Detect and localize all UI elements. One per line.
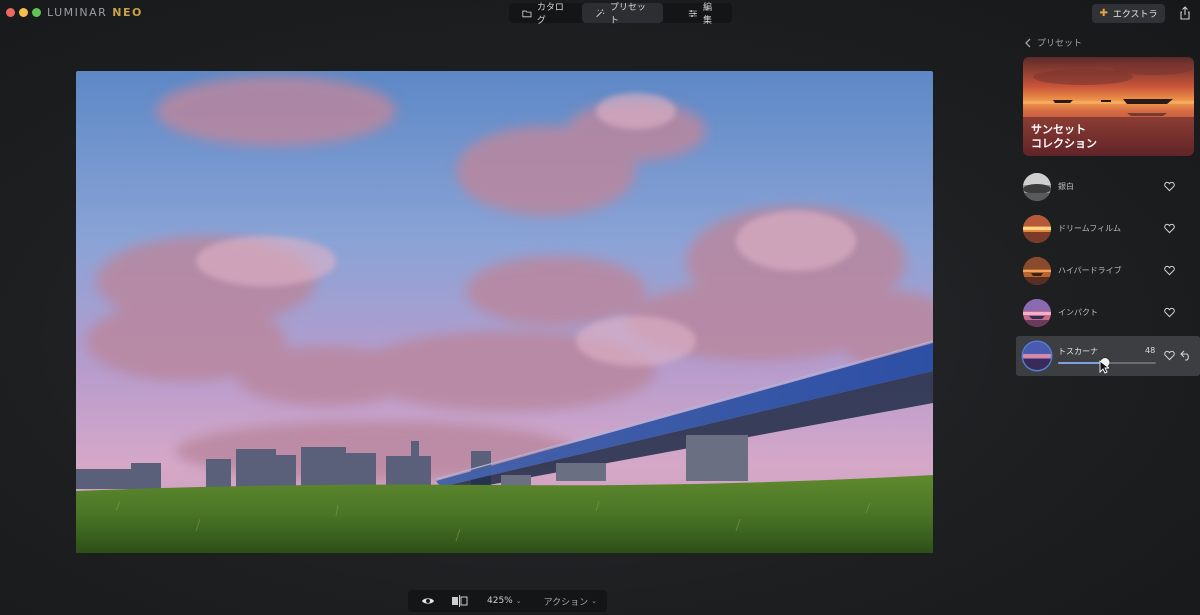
heart-icon[interactable] — [1164, 265, 1175, 276]
undo-icon[interactable] — [1180, 350, 1192, 361]
tab-presets-label: プリセット — [609, 3, 646, 26]
slider-fill — [1058, 362, 1106, 364]
preset-thumbnail — [1023, 257, 1051, 285]
preset-name: 銀白 — [1058, 182, 1074, 191]
photo-canvas[interactable] — [76, 71, 933, 553]
zoom-dropdown[interactable]: 425% ⌄ — [487, 596, 522, 606]
heart-icon[interactable] — [1164, 307, 1175, 318]
preset-thumbnail — [1023, 215, 1051, 243]
magic-wand-icon — [596, 8, 605, 17]
compare-icon[interactable] — [451, 595, 469, 607]
collection-card[interactable]: サンセット コレクション — [1023, 57, 1194, 156]
chevron-down-icon: ⌄ — [515, 597, 522, 605]
mode-switcher: カタログ プリセット 編集 — [509, 3, 732, 26]
eye-icon[interactable] — [421, 594, 435, 608]
preset-thumbnail — [1023, 173, 1051, 201]
brand-main: LUMINAR — [47, 6, 113, 19]
preset-thumbnail — [1023, 299, 1051, 327]
share-icon[interactable] — [1178, 6, 1192, 20]
tab-catalog-label: カタログ — [536, 3, 564, 26]
heart-icon[interactable] — [1164, 350, 1175, 361]
zoom-window-button[interactable] — [32, 8, 41, 17]
photo-image — [76, 71, 933, 553]
preset-name: トスカーナ — [1058, 347, 1098, 356]
preset-item[interactable]: 銀白 — [1016, 167, 1200, 207]
preset-item[interactable]: インパクト — [1016, 293, 1200, 333]
preset-item[interactable]: ドリームフィルム — [1016, 209, 1200, 249]
preset-thumbnail — [1023, 342, 1051, 370]
tab-edit-label: 編集 — [703, 3, 713, 26]
chevron-down-icon: ⌄ — [591, 597, 598, 605]
minimize-window-button[interactable] — [19, 8, 28, 17]
mouse-cursor-icon — [1099, 360, 1109, 374]
preset-name: ドリームフィルム — [1058, 224, 1121, 233]
tab-edit[interactable]: 編集 — [675, 3, 732, 26]
puzzle-icon: ✚ — [1099, 8, 1108, 19]
chevron-left-icon — [1025, 38, 1031, 47]
actions-dropdown[interactable]: アクション ⌄ — [544, 595, 597, 608]
brand-accent: NEO — [112, 6, 143, 19]
zoom-value: 425% — [487, 596, 513, 606]
heart-icon[interactable] — [1164, 181, 1175, 192]
app-logo: LUMINAR NEO — [47, 6, 143, 19]
extras-label: エクストラ — [1112, 10, 1158, 20]
back-to-presets-button[interactable]: プリセット — [1024, 36, 1082, 49]
title-bar: LUMINAR NEO カタログ プリセット 編集 ✚ エクストラ — [0, 0, 1200, 28]
close-window-button[interactable] — [6, 8, 15, 17]
preset-item[interactable]: ハイパードライブ — [1016, 251, 1200, 291]
folder-icon — [522, 10, 532, 17]
heart-icon[interactable] — [1164, 223, 1175, 234]
sliders-icon — [689, 9, 698, 17]
preset-name: インパクト — [1058, 308, 1098, 317]
back-label: プリセット — [1037, 39, 1083, 49]
extras-button[interactable]: ✚ エクストラ — [1092, 4, 1165, 23]
actions-label: アクション — [543, 597, 589, 608]
preset-amount-value: 48 — [1145, 346, 1156, 355]
tab-catalog[interactable]: カタログ — [509, 3, 582, 26]
preset-name: ハイパードライブ — [1058, 266, 1122, 275]
collection-title: サンセット コレクション — [1031, 123, 1097, 150]
tab-presets[interactable]: プリセット — [582, 3, 664, 26]
bottom-toolbar: 425% ⌄ アクション ⌄ — [408, 590, 607, 612]
